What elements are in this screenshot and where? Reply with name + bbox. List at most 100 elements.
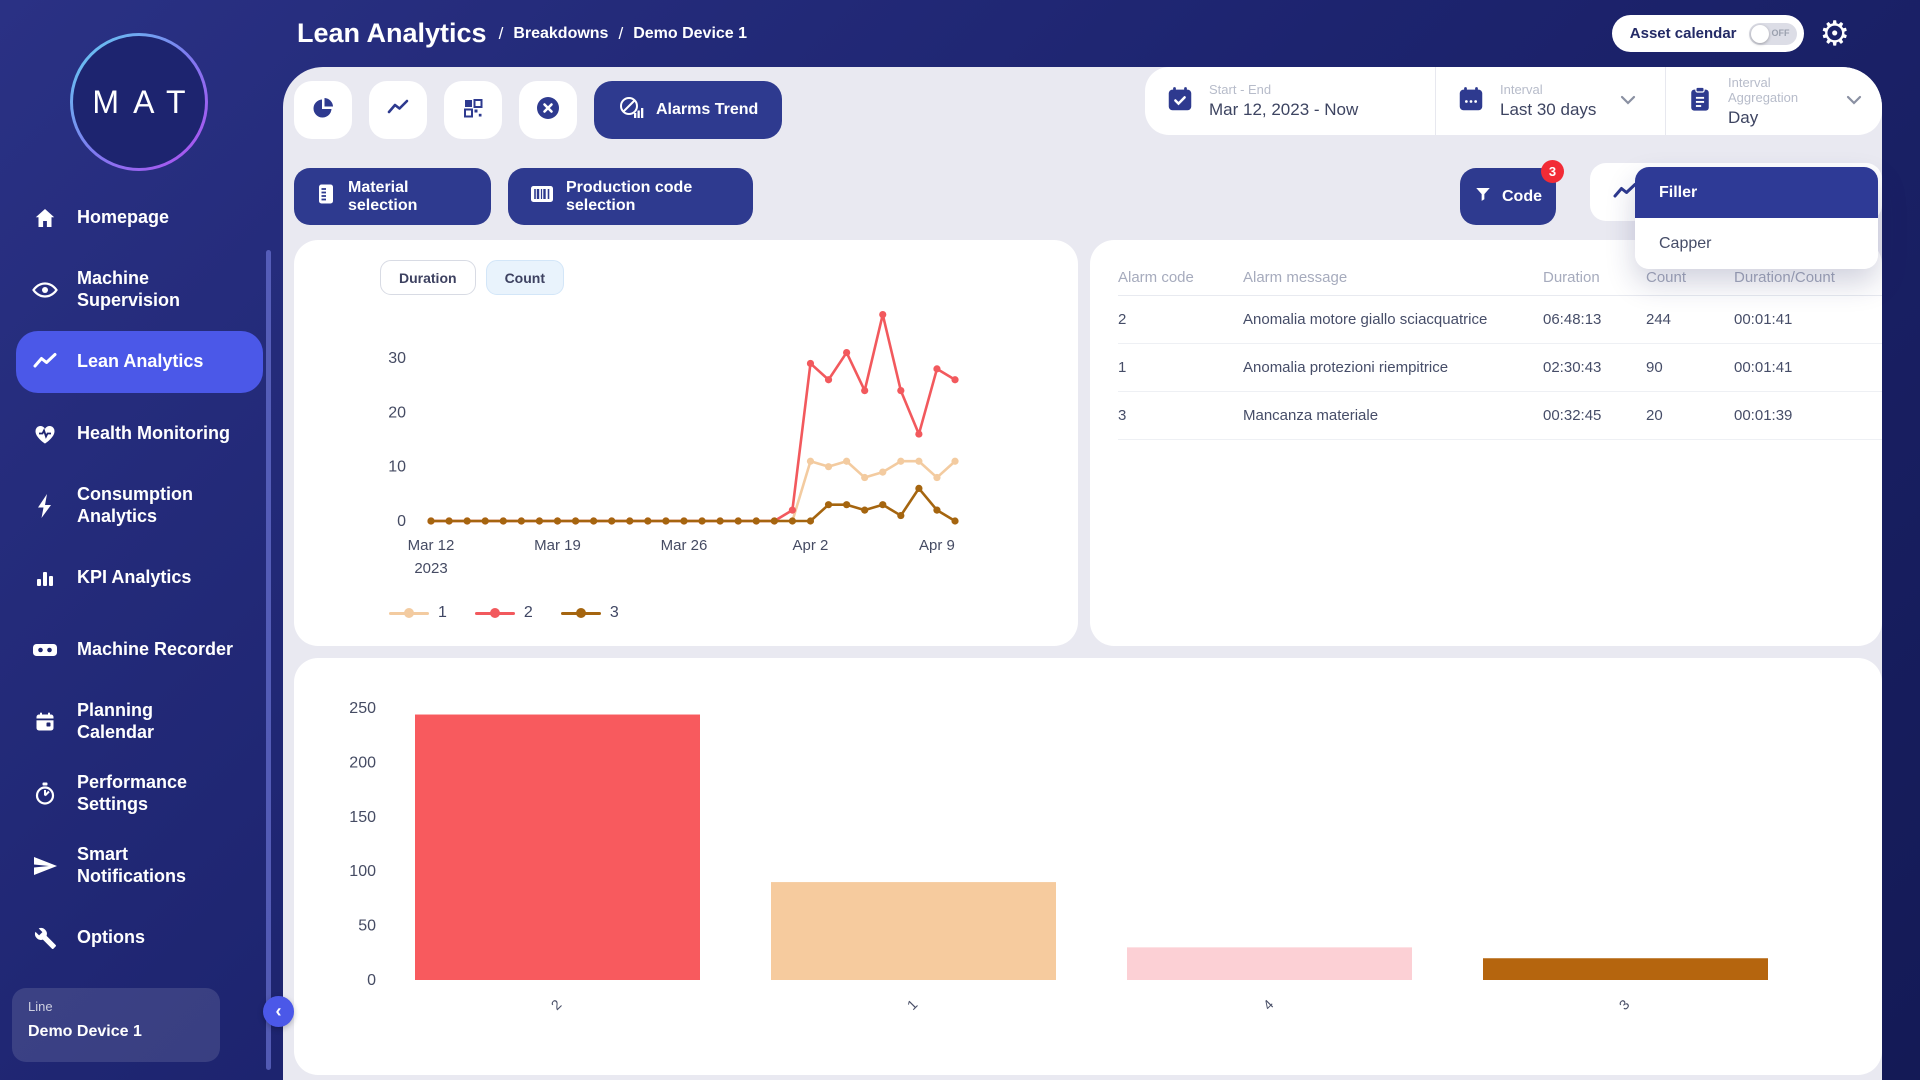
page-title: Lean Analytics (297, 18, 487, 49)
calendar-dots-icon (1456, 84, 1486, 119)
asset-calendar-toggle-pill[interactable]: Asset calendar OFF (1612, 15, 1804, 52)
cell-alarm-message: Anomalia motore giallo sciacquatrice (1243, 311, 1543, 328)
cell-duration-count: 00:01:41 (1734, 359, 1862, 376)
dropdown-option-filler[interactable]: Filler (1635, 167, 1878, 218)
svg-text:150: 150 (349, 809, 376, 826)
svg-text:3: 3 (1616, 996, 1633, 1013)
sidebar-item-label: Performance Settings (77, 772, 235, 815)
sidebar-item-consumption-analytics[interactable]: Consumption Analytics (0, 470, 283, 542)
svg-text:100: 100 (349, 863, 376, 880)
mat-logo: MAT (70, 33, 208, 171)
cell-alarm-code: 3 (1118, 407, 1243, 424)
svg-text:2023: 2023 (414, 560, 447, 577)
code-filter-button[interactable]: Code 3 (1460, 168, 1556, 225)
interval-picker[interactable]: Interval Last 30 days (1435, 67, 1665, 135)
start-end-picker[interactable]: Start - End Mar 12, 2023 - Now (1145, 67, 1435, 135)
home-icon (30, 206, 60, 230)
sidebar-item-smart-notifications[interactable]: Smart Notifications (0, 830, 283, 902)
legend-label: 1 (438, 604, 447, 622)
legend-swatch (389, 612, 429, 615)
svg-text:30: 30 (388, 350, 406, 367)
aggregation-label: Interval Aggregation (1728, 75, 1822, 105)
trend-line-icon (386, 96, 410, 125)
line-chart-legend[interactable]: 1 2 3 (389, 604, 619, 622)
start-end-label: Start - End (1209, 82, 1358, 97)
sidebar-item-kpi-analytics[interactable]: KPI Analytics (0, 542, 283, 614)
sidebar-item-performance-settings[interactable]: Performance Settings (0, 758, 283, 830)
sidebar-item-label: Lean Analytics (77, 351, 235, 373)
legend-item[interactable]: 2 (475, 604, 533, 622)
chevron-left-icon: ‹ (276, 1001, 282, 1022)
svg-text:Apr 9: Apr 9 (919, 537, 955, 554)
clipboard-icon (1686, 84, 1714, 119)
col-alarm-code: Alarm code (1118, 269, 1243, 286)
alarm-count-bar-chart: 0501001502002502143 (304, 666, 1872, 1066)
table-row[interactable]: 2 Anomalia motore giallo sciacquatrice 0… (1118, 296, 1882, 344)
qr-grid-view-button[interactable] (444, 81, 502, 139)
cell-count: 90 (1646, 359, 1734, 376)
sidebar-item-machine-recorder[interactable]: Machine Recorder (0, 614, 283, 686)
breadcrumb: / Breakdowns / Demo Device 1 (499, 24, 747, 44)
cell-alarm-message: Anomalia protezioni riempitrice (1243, 359, 1543, 376)
sidebar-item-options[interactable]: Options (0, 902, 283, 974)
sidebar-item-lean-analytics[interactable]: Lean Analytics (0, 326, 283, 398)
alarms-trend-line-chart-card: Duration Count 0102030Mar 122023Mar 19Ma… (294, 240, 1078, 646)
legend-item[interactable]: 1 (389, 604, 447, 622)
sidebar-item-homepage[interactable]: Homepage (0, 182, 283, 254)
trend-view-button[interactable] (369, 81, 427, 139)
sidebar-item-health-monitoring[interactable]: Health Monitoring (0, 398, 283, 470)
sidebar-item-label: Health Monitoring (77, 423, 235, 445)
table-row[interactable]: 3 Mancanza materiale 00:32:45 20 00:01:3… (1118, 392, 1882, 440)
app-root: MAT Homepage Machine Supervision Lean An… (0, 0, 1920, 1080)
asset-calendar-switch[interactable]: OFF (1749, 23, 1797, 45)
calendar-icon (30, 710, 60, 734)
date-filters-card: Start - End Mar 12, 2023 - Now Interval … (1145, 67, 1882, 135)
bar-chart-icon (30, 566, 60, 590)
svg-text:0: 0 (367, 972, 376, 989)
interval-aggregation-picker[interactable]: Interval Aggregation Day (1665, 67, 1882, 135)
col-duration: Duration (1543, 269, 1646, 286)
chevron-down-icon (1846, 92, 1862, 110)
breadcrumb-breakdowns[interactable]: Breakdowns (513, 25, 608, 43)
svg-text:4: 4 (1260, 996, 1277, 1013)
cell-duration: 00:32:45 (1543, 407, 1646, 424)
code-filter-count-badge: 3 (1541, 160, 1564, 183)
svg-text:Mar 19: Mar 19 (534, 537, 581, 554)
heart-pulse-icon (30, 422, 60, 446)
sidebar-item-label: Smart Notifications (77, 844, 235, 887)
calendar-check-icon (1165, 84, 1195, 119)
legend-label: 2 (524, 604, 533, 622)
sidebar-item-label: Options (77, 927, 235, 949)
logo-text: MAT (78, 84, 199, 121)
sidebar: MAT Homepage Machine Supervision Lean An… (0, 0, 283, 1080)
sidebar-item-label: Consumption Analytics (77, 484, 235, 527)
close-view-button[interactable] (519, 81, 577, 139)
pie-chart-icon (311, 96, 335, 125)
device-name: Demo Device 1 (28, 1023, 204, 1041)
cell-duration-count: 00:01:39 (1734, 407, 1862, 424)
sidebar-collapse-button[interactable]: ‹ (263, 996, 294, 1027)
tab-count[interactable]: Count (486, 260, 564, 295)
dropdown-option-capper[interactable]: Capper (1635, 218, 1878, 269)
alarms-trend-button[interactable]: Alarms Trend (594, 81, 782, 139)
interval-value: Last 30 days (1500, 100, 1596, 120)
sidebar-item-machine-supervision[interactable]: Machine Supervision (0, 254, 283, 326)
svg-text:Apr 2: Apr 2 (793, 537, 829, 554)
legend-item[interactable]: 3 (561, 604, 619, 622)
svg-text:10: 10 (388, 459, 406, 476)
filter-funnel-icon (1474, 185, 1492, 208)
sidebar-item-planning-calendar[interactable]: Planning Calendar (0, 686, 283, 758)
material-icon (316, 183, 336, 210)
production-code-selection-button[interactable]: Production code selection (508, 168, 753, 225)
tab-duration[interactable]: Duration (380, 260, 476, 295)
settings-gear-icon[interactable]: ⚙ (1820, 17, 1850, 51)
stopwatch-icon (30, 781, 60, 807)
sidebar-scrollbar[interactable] (266, 250, 271, 1070)
breadcrumb-device[interactable]: Demo Device 1 (633, 25, 747, 43)
material-selection-button[interactable]: Material selection (294, 168, 491, 225)
device-card[interactable]: Line Demo Device 1 (12, 988, 220, 1062)
table-row[interactable]: 1 Anomalia protezioni riempitrice 02:30:… (1118, 344, 1882, 392)
svg-text:200: 200 (349, 754, 376, 771)
toggle-state-label: OFF (1772, 28, 1790, 38)
pie-chart-view-button[interactable] (294, 81, 352, 139)
